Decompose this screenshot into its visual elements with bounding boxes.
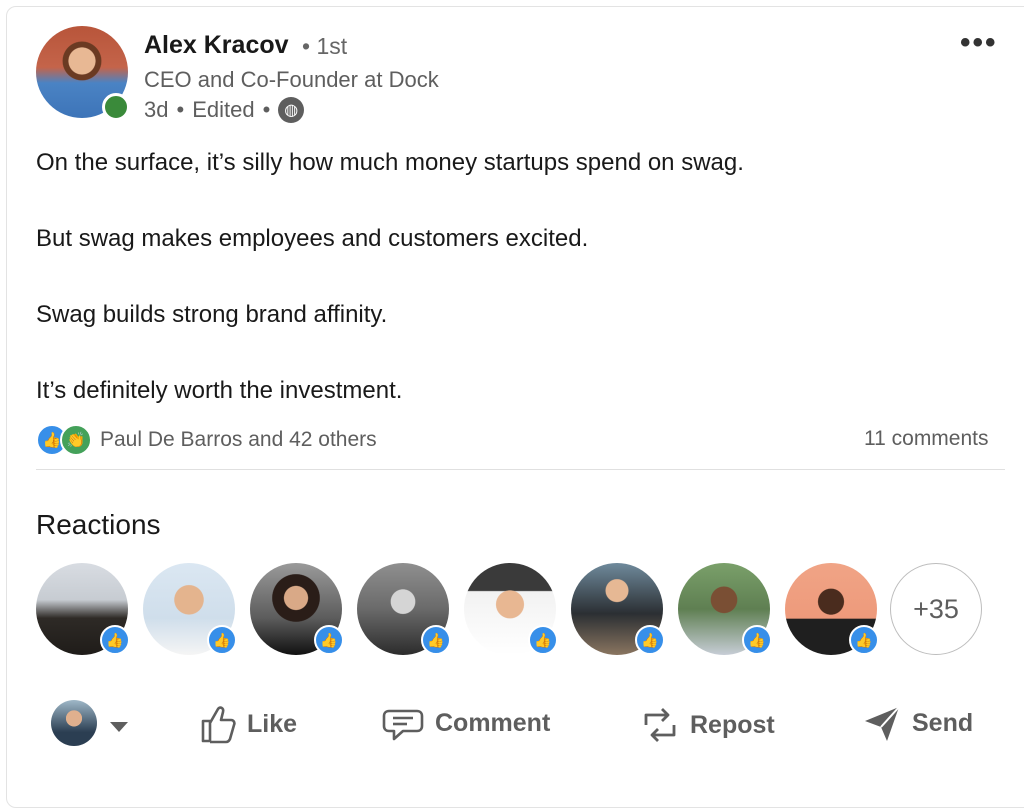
post-body: On the surface, it’s silly how much mone…	[36, 144, 744, 410]
post-paragraph: It’s definitely worth the investment.	[36, 377, 403, 404]
reactions-title: Reactions	[36, 509, 161, 540]
like-label: Like	[247, 709, 298, 738]
like-icon: 👍	[849, 625, 879, 655]
chevron-down-icon[interactable]	[110, 722, 128, 732]
send-button[interactable]: Send	[862, 703, 973, 743]
actor-avatar[interactable]	[51, 700, 97, 746]
online-status-indicator	[102, 93, 130, 121]
reactions-summary[interactable]: 👍 👏 Paul De Barros and 42 others	[36, 424, 377, 456]
comment-icon	[382, 709, 424, 741]
author-name[interactable]: Alex Kracov	[144, 31, 289, 60]
globe-icon: ◍	[278, 97, 305, 123]
comment-label: Comment	[435, 708, 551, 737]
like-icon: 👍	[207, 625, 237, 655]
like-icon: 👍	[314, 625, 344, 655]
comment-button[interactable]: Comment	[381, 703, 550, 743]
reactors-text[interactable]: Paul De Barros and 42 others	[100, 428, 377, 452]
reactor-avatar[interactable]: 👍	[143, 563, 237, 655]
repost-button[interactable]: Repost	[640, 703, 775, 747]
send-label: Send	[912, 708, 974, 737]
reactor-avatar[interactable]: 👍	[678, 563, 772, 655]
post-paragraph: But swag makes employees and customers e…	[36, 225, 589, 252]
post-paragraph: Swag builds strong brand affinity.	[36, 301, 388, 328]
like-icon: 👍	[742, 625, 772, 655]
reactor-avatar[interactable]: 👍	[250, 563, 344, 655]
meta-separator: •	[176, 97, 185, 122]
like-button[interactable]: Like	[197, 703, 297, 745]
reactor-avatar[interactable]: 👍	[464, 563, 558, 655]
action-bar: Like Comment Repost Send	[0, 695, 1024, 759]
thumbs-up-icon	[201, 706, 236, 744]
more-options-button[interactable]: •••	[960, 26, 998, 60]
like-icon: 👍	[528, 625, 558, 655]
repost-icon	[644, 708, 676, 742]
edited-label: Edited	[192, 97, 255, 122]
post-meta: 3d • Edited • ◍	[144, 97, 305, 123]
post-paragraph: On the surface, it’s silly how much mone…	[36, 149, 744, 176]
more-reactors-button[interactable]: +35	[890, 563, 982, 655]
reactor-avatar[interactable]: 👍	[571, 563, 665, 655]
divider	[36, 469, 1005, 470]
send-icon	[865, 706, 900, 741]
post-age: 3d	[144, 97, 169, 122]
like-icon: 👍	[635, 625, 665, 655]
author-headline: CEO and Co-Founder at Dock	[144, 67, 439, 92]
connection-degree: • 1st	[302, 33, 348, 59]
meta-separator: •	[262, 97, 271, 122]
reactor-avatar[interactable]: 👍	[357, 563, 451, 655]
comments-count-link[interactable]: 11 comments	[864, 427, 989, 451]
like-icon: 👍	[421, 625, 451, 655]
like-icon: 👍	[100, 625, 130, 655]
reactor-avatar[interactable]: 👍	[785, 563, 879, 655]
reactor-avatar[interactable]: 👍	[36, 563, 130, 655]
repost-label: Repost	[690, 710, 775, 739]
celebrate-icon: 👏	[60, 424, 92, 456]
